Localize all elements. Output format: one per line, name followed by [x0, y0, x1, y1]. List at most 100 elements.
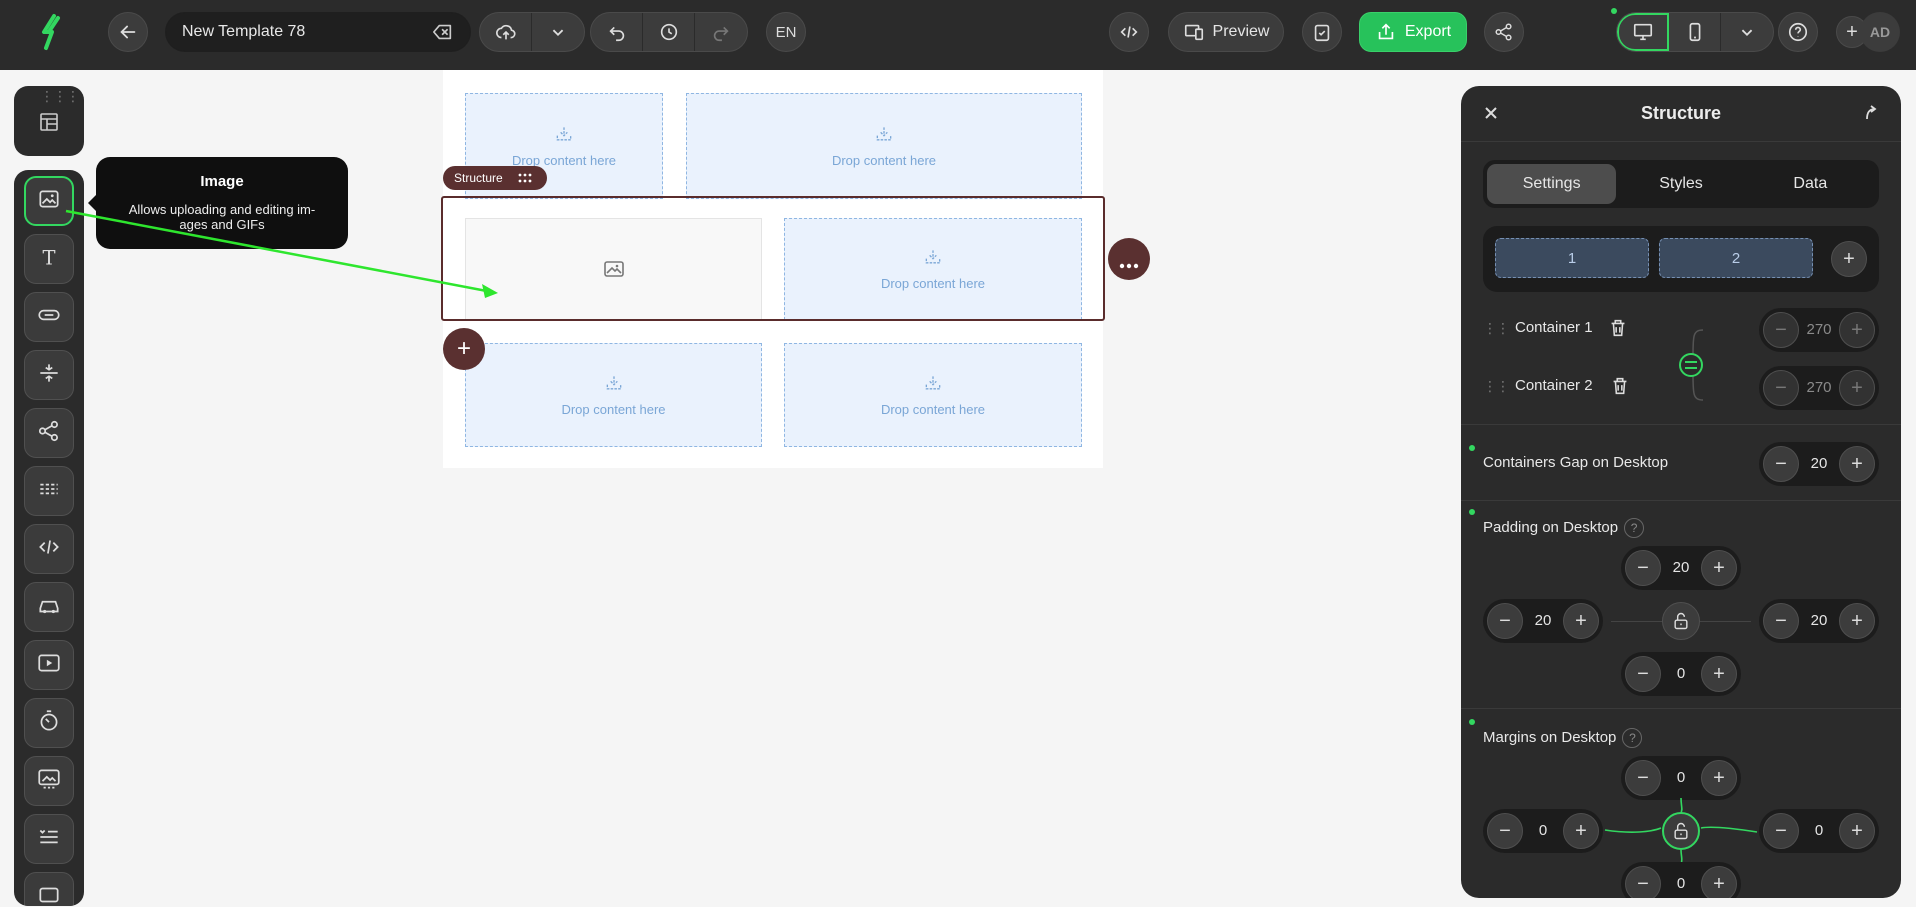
divider: [1461, 424, 1901, 425]
increment-button[interactable]: +: [1839, 813, 1875, 849]
increment-button[interactable]: +: [1563, 813, 1599, 849]
tool-divider[interactable]: [24, 466, 74, 516]
tool-timer[interactable]: [24, 698, 74, 748]
decrement-button[interactable]: −: [1487, 603, 1523, 639]
undo-button[interactable]: [591, 13, 643, 51]
selected-structure-outline: [441, 196, 1105, 321]
increment-button[interactable]: +: [1839, 370, 1875, 406]
tool-social[interactable]: [24, 408, 74, 458]
form-icon: [36, 882, 62, 907]
tab-styles[interactable]: Styles: [1616, 164, 1745, 204]
template-name-field[interactable]: New Template 78: [165, 12, 471, 52]
preview-button[interactable]: Preview: [1168, 12, 1284, 52]
stepper-value[interactable]: 0: [1661, 769, 1701, 786]
tool-more[interactable]: [24, 872, 74, 906]
tool-banner[interactable]: [24, 756, 74, 806]
tab-settings[interactable]: Settings: [1487, 164, 1617, 204]
checklist-button[interactable]: [1302, 12, 1342, 52]
tool-button[interactable]: [24, 292, 74, 342]
trash-icon[interactable]: [1607, 317, 1629, 339]
tool-spacer[interactable]: [24, 350, 74, 400]
decrement-button[interactable]: −: [1763, 603, 1799, 639]
margin-lock-button[interactable]: [1662, 812, 1700, 850]
decrement-button[interactable]: −: [1625, 760, 1661, 796]
tool-image[interactable]: [24, 176, 74, 226]
device-options-button[interactable]: [1721, 13, 1773, 51]
drag-handle-icon[interactable]: [517, 172, 533, 184]
collapse-panel-icon[interactable]: [1861, 103, 1881, 123]
help-button[interactable]: [1778, 12, 1818, 52]
drag-handle-icon[interactable]: ⋮⋮: [1483, 378, 1510, 395]
increment-button[interactable]: +: [1701, 760, 1737, 796]
tool-html[interactable]: [24, 524, 74, 574]
trash-icon[interactable]: [1609, 375, 1631, 397]
stepper-value[interactable]: 20: [1799, 455, 1839, 472]
mobile-view-button[interactable]: [1669, 13, 1721, 51]
decrement-button[interactable]: −: [1763, 370, 1799, 406]
more-dots-icon: [1119, 256, 1139, 269]
equal-width-link-icon[interactable]: [1673, 326, 1713, 406]
add-column-button[interactable]: +: [1831, 241, 1867, 277]
column-chip[interactable]: 1: [1495, 238, 1649, 278]
language-button[interactable]: EN: [766, 12, 806, 52]
increment-button[interactable]: +: [1701, 550, 1737, 586]
blocks-panel-toggle[interactable]: ⋮⋮⋮: [14, 86, 84, 156]
drag-handle-icon[interactable]: ⋮⋮⋮: [40, 88, 80, 105]
cloud-upload-button[interactable]: [480, 13, 532, 51]
decrement-button[interactable]: −: [1763, 312, 1799, 348]
drop-zone[interactable]: Drop content here: [784, 343, 1082, 447]
video-icon: [36, 650, 62, 681]
avatar[interactable]: AD: [1860, 12, 1900, 52]
drop-zone[interactable]: Drop content here: [465, 343, 762, 447]
decrement-button[interactable]: −: [1487, 813, 1523, 849]
stepper-value[interactable]: 0: [1661, 875, 1701, 892]
drop-zone[interactable]: Drop content here: [686, 93, 1082, 199]
stepper-value[interactable]: 20: [1799, 612, 1839, 629]
divider: [1461, 708, 1901, 709]
increment-button[interactable]: +: [1701, 866, 1737, 898]
structure-more-button[interactable]: [1108, 238, 1150, 280]
panel-tabs: Settings Styles Data: [1483, 160, 1879, 208]
desktop-view-button[interactable]: [1617, 13, 1669, 51]
drop-icon: [923, 373, 943, 396]
increment-button[interactable]: +: [1839, 312, 1875, 348]
stepper-value[interactable]: 20: [1661, 559, 1701, 576]
tab-data[interactable]: Data: [1746, 164, 1875, 204]
tool-accordion[interactable]: [24, 814, 74, 864]
increment-button[interactable]: +: [1701, 656, 1737, 692]
drag-handle-icon[interactable]: ⋮⋮: [1483, 320, 1510, 337]
decrement-button[interactable]: −: [1763, 813, 1799, 849]
code-view-button[interactable]: [1109, 12, 1149, 52]
columns-selector: 1 2 +: [1483, 226, 1879, 292]
decrement-button[interactable]: −: [1625, 866, 1661, 898]
padding-lock-button[interactable]: [1662, 602, 1700, 640]
stepper-value[interactable]: 20: [1523, 612, 1563, 629]
clear-input-icon[interactable]: [432, 21, 454, 43]
increment-button[interactable]: +: [1839, 603, 1875, 639]
stepper-value[interactable]: 0: [1661, 665, 1701, 682]
increment-button[interactable]: +: [1563, 603, 1599, 639]
export-button[interactable]: Export: [1359, 12, 1467, 52]
history-button[interactable]: [643, 13, 695, 51]
structure-tag[interactable]: Structure: [443, 166, 547, 190]
stepper-value[interactable]: 270: [1799, 379, 1839, 396]
decrement-button[interactable]: −: [1625, 656, 1661, 692]
decrement-button[interactable]: −: [1763, 446, 1799, 482]
save-options-button[interactable]: [532, 13, 584, 51]
stepper-value[interactable]: 0: [1799, 822, 1839, 839]
add-structure-button[interactable]: +: [443, 328, 485, 370]
tool-menu[interactable]: [24, 582, 74, 632]
help-icon[interactable]: ?: [1622, 728, 1643, 748]
increment-button[interactable]: +: [1839, 446, 1875, 482]
column-chip[interactable]: 2: [1659, 238, 1813, 278]
help-icon[interactable]: ?: [1624, 518, 1645, 538]
stepper-value[interactable]: 0: [1523, 822, 1563, 839]
tool-video[interactable]: [24, 640, 74, 690]
share-button[interactable]: [1484, 12, 1524, 52]
stepper-value[interactable]: 270: [1799, 321, 1839, 338]
redo-button[interactable]: [695, 13, 747, 51]
tool-text[interactable]: T: [24, 234, 74, 284]
back-button[interactable]: [108, 12, 148, 52]
container-width-stepper: − 270 +: [1759, 308, 1879, 352]
decrement-button[interactable]: −: [1625, 550, 1661, 586]
